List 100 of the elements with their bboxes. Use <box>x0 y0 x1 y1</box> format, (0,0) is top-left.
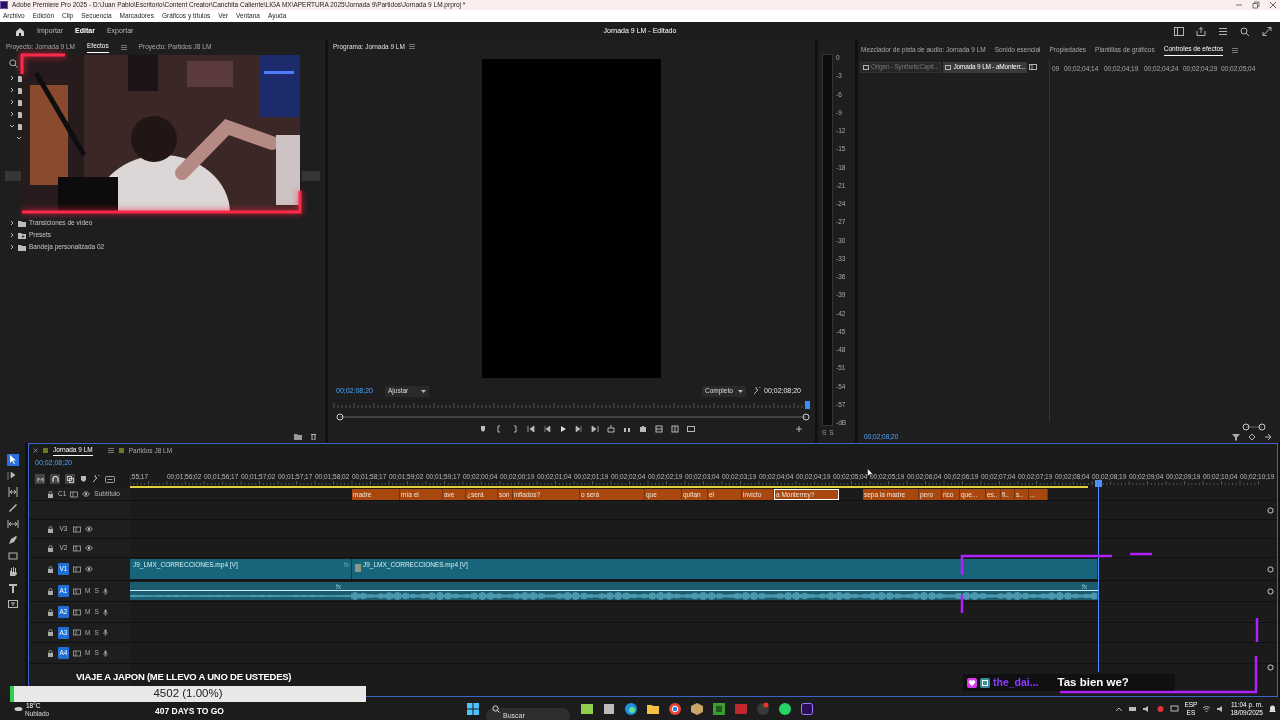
restore-icon[interactable] <box>1252 1 1260 9</box>
eye-icon[interactable] <box>85 526 93 532</box>
scroll-handle[interactable] <box>1266 587 1274 595</box>
playhead-handle[interactable] <box>805 401 810 409</box>
eye-icon[interactable] <box>85 566 93 572</box>
search-icon[interactable] <box>1240 26 1250 36</box>
lock-icon[interactable] <box>47 587 54 595</box>
scroll-handle[interactable] <box>1266 506 1274 514</box>
nest-button[interactable] <box>35 474 45 484</box>
export-icon[interactable] <box>1264 433 1272 441</box>
sync-icon[interactable] <box>73 608 81 616</box>
taskbar-window-icon[interactable] <box>602 701 616 716</box>
taskbar-chat-icon[interactable] <box>778 701 792 716</box>
notification-icon[interactable] <box>1268 704 1277 713</box>
captions-icon[interactable] <box>105 475 115 483</box>
panel-toggle-icon[interactable] <box>1028 64 1037 70</box>
sync-icon[interactable] <box>73 544 81 552</box>
menu-icon[interactable] <box>1232 47 1239 53</box>
microphone-icon[interactable] <box>102 587 108 595</box>
lock-icon[interactable] <box>47 544 54 552</box>
keyframe-icon[interactable] <box>1248 433 1256 441</box>
camera-icon[interactable] <box>639 425 647 433</box>
lift-icon[interactable] <box>607 425 615 433</box>
windows-icon[interactable] <box>466 701 480 716</box>
close-icon[interactable] <box>1269 1 1277 9</box>
menu-icon[interactable] <box>107 448 114 453</box>
sync-icon[interactable] <box>73 587 81 595</box>
rectangle-tool[interactable] <box>6 550 19 562</box>
taskbar-cube-icon[interactable] <box>712 701 726 716</box>
mark-in-icon[interactable] <box>495 425 503 433</box>
zoom-scrollbar[interactable] <box>1242 422 1266 431</box>
taskbar-editor-icon[interactable] <box>800 701 814 716</box>
select-tool[interactable] <box>6 454 19 466</box>
taskbar-circle-icon[interactable] <box>756 701 770 716</box>
list-icon[interactable] <box>1218 26 1228 36</box>
type-tool[interactable] <box>6 582 19 594</box>
lock-icon[interactable] <box>47 565 54 573</box>
scroll-handle[interactable] <box>1266 664 1274 671</box>
extract-icon[interactable] <box>623 425 631 433</box>
step-forward-icon[interactable] <box>575 425 583 433</box>
panel-icon[interactable] <box>1174 26 1184 36</box>
monitor-icon[interactable] <box>1170 704 1180 713</box>
scroll-handle[interactable] <box>1266 565 1274 573</box>
linked-selection-button[interactable] <box>65 474 75 484</box>
playhead-handle[interactable] <box>1095 480 1102 487</box>
menu-icon[interactable] <box>408 44 415 49</box>
fullscreen-icon[interactable] <box>1262 26 1272 36</box>
go-to-in-icon[interactable] <box>527 425 535 433</box>
sync-icon[interactable] <box>73 525 81 533</box>
go-to-out-icon[interactable] <box>591 425 599 433</box>
overlay-icon[interactable] <box>655 425 663 433</box>
taskbar-browser-icon[interactable] <box>668 701 682 716</box>
lock-icon[interactable] <box>47 525 54 533</box>
microphone-icon[interactable] <box>102 649 108 657</box>
lock-icon[interactable] <box>47 490 54 498</box>
menu-icon[interactable] <box>120 44 127 50</box>
play-icon[interactable] <box>559 425 567 433</box>
lock-icon[interactable] <box>47 629 54 636</box>
caption-tool[interactable] <box>6 598 19 610</box>
home-icon[interactable] <box>15 26 25 36</box>
search-icon[interactable] <box>9 58 18 68</box>
wrench-icon[interactable] <box>92 475 100 483</box>
heart-badge-icon <box>967 677 977 688</box>
compare-icon[interactable] <box>671 425 679 433</box>
delete-icon[interactable] <box>310 432 317 440</box>
nest-icon <box>36 475 44 483</box>
frame-icon[interactable] <box>687 425 695 433</box>
eye-icon[interactable] <box>82 491 91 497</box>
neon-line <box>1130 552 1152 556</box>
taskbar-browser-icon[interactable] <box>624 701 638 716</box>
magnet-icon <box>51 475 59 483</box>
add-icon[interactable] <box>795 425 803 433</box>
snap-button[interactable] <box>50 474 60 484</box>
sync-icon[interactable] <box>73 565 81 573</box>
wifi-icon[interactable] <box>1202 704 1212 713</box>
row-highlight <box>302 171 320 181</box>
lock-icon[interactable] <box>47 649 54 657</box>
taskbar-app-icon[interactable] <box>580 701 594 716</box>
sync-icon[interactable] <box>73 629 81 636</box>
microphone-icon[interactable] <box>102 608 108 616</box>
taskbar-cube-icon[interactable] <box>690 701 704 716</box>
lock-icon[interactable] <box>47 608 54 616</box>
sync-icon[interactable] <box>73 649 81 657</box>
marker-icon[interactable] <box>479 425 487 433</box>
goal-progress-text: 4502 (1.00%) <box>153 686 223 702</box>
slip-tool[interactable] <box>6 518 19 530</box>
filter-icon[interactable] <box>1232 433 1240 441</box>
pen-tool[interactable] <box>6 534 19 546</box>
new-bin-icon[interactable] <box>294 432 302 440</box>
sync-icon[interactable] <box>70 490 79 498</box>
microphone-icon[interactable] <box>102 629 108 636</box>
mark-out-icon[interactable] <box>511 425 519 433</box>
close-icon[interactable] <box>33 448 38 453</box>
step-back-icon[interactable] <box>543 425 551 433</box>
ripple-tool[interactable] <box>6 486 19 498</box>
eye-icon[interactable] <box>85 545 93 551</box>
marker-icon[interactable] <box>80 475 87 483</box>
wrench-icon[interactable] <box>753 387 761 395</box>
share-icon[interactable] <box>1196 26 1206 36</box>
tray-icon[interactable] <box>1156 704 1166 713</box>
